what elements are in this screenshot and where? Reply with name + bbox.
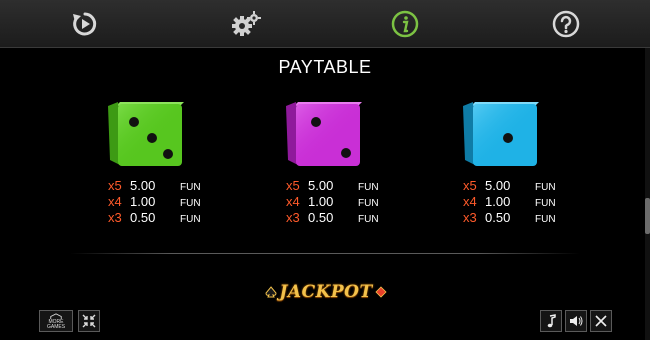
payout-row: x4 1.00 FUN	[286, 194, 406, 210]
payout-unit: FUN	[535, 214, 556, 225]
close-button[interactable]	[590, 310, 612, 332]
scrollbar-track[interactable]	[645, 48, 650, 340]
payout-unit: FUN	[180, 182, 201, 193]
payout-row: x4 1.00 FUN	[463, 194, 583, 210]
spade-icon	[265, 286, 277, 298]
payout-unit: FUN	[180, 214, 201, 225]
payout-multiplier: x4	[463, 194, 477, 209]
payout-value: 1.00	[485, 194, 511, 209]
payout-value: 1.00	[308, 194, 334, 209]
pip	[129, 117, 139, 127]
info-button[interactable]	[390, 9, 420, 39]
paytable-title: PAYTABLE	[278, 57, 372, 77]
payout-multiplier: x3	[286, 210, 300, 225]
music-icon	[547, 314, 556, 328]
payout-value: 5.00	[485, 178, 511, 193]
fullscreen-icon	[82, 314, 96, 328]
payout-multiplier: x5	[286, 178, 300, 193]
payout-multiplier: x3	[108, 210, 122, 225]
top-menu-bar	[0, 0, 650, 48]
gear-icon	[232, 11, 261, 36]
green-dice-icon	[108, 102, 184, 166]
info-icon	[391, 10, 419, 38]
replay-button[interactable]	[70, 9, 100, 39]
payout-value: 0.50	[485, 210, 511, 225]
payout-value: 0.50	[308, 210, 334, 225]
payout-value: 0.50	[130, 210, 156, 225]
payout-value: 1.00	[130, 194, 156, 209]
payout-row: x3 0.50 FUN	[108, 210, 228, 226]
close-icon	[595, 315, 607, 327]
pip	[163, 149, 173, 159]
payout-unit: FUN	[358, 182, 379, 193]
payout-table: x5 5.00 FUN x4 1.00 FUN x3 0.50 FUN	[463, 178, 583, 226]
pip	[341, 148, 351, 158]
diamond-icon	[375, 286, 387, 298]
jackpot-logo: JACKPOT	[256, 278, 396, 306]
payout-multiplier: x4	[286, 194, 300, 209]
payout-row: x5 5.00 FUN	[463, 178, 583, 194]
help-button[interactable]	[551, 9, 581, 39]
payout-multiplier: x5	[108, 178, 122, 193]
payout-table: x5 5.00 FUN x4 1.00 FUN x3 0.50 FUN	[108, 178, 228, 226]
payout-row: x4 1.00 FUN	[108, 194, 228, 210]
jackpot-label: JACKPOT	[279, 282, 373, 302]
payout-unit: FUN	[358, 198, 379, 209]
payout-unit: FUN	[535, 182, 556, 193]
pip	[147, 133, 157, 143]
scrollbar-thumb[interactable]	[645, 198, 650, 234]
more-games-button[interactable]: MORE GAMES	[39, 310, 73, 332]
sound-icon	[570, 316, 583, 326]
payout-row: x5 5.00 FUN	[286, 178, 406, 194]
payout-multiplier: x5	[463, 178, 477, 193]
sound-button[interactable]	[565, 310, 587, 332]
payout-unit: FUN	[535, 198, 556, 209]
payout-value: 5.00	[308, 178, 334, 193]
pip	[503, 133, 513, 143]
payout-multiplier: x3	[463, 210, 477, 225]
payout-row: x3 0.50 FUN	[463, 210, 583, 226]
payout-row: x5 5.00 FUN	[108, 178, 228, 194]
magenta-dice-icon	[286, 102, 362, 166]
settings-button[interactable]	[229, 9, 263, 39]
payout-unit: FUN	[180, 198, 201, 209]
payout-row: x3 0.50 FUN	[286, 210, 406, 226]
payout-table: x5 5.00 FUN x4 1.00 FUN x3 0.50 FUN	[286, 178, 406, 226]
section-divider	[70, 253, 580, 254]
fullscreen-button[interactable]	[78, 310, 100, 332]
payout-multiplier: x4	[108, 194, 122, 209]
music-button[interactable]	[540, 310, 562, 332]
pip	[311, 117, 321, 127]
more-games-label: MORE GAMES	[46, 318, 66, 330]
cyan-dice-icon	[463, 102, 539, 166]
payout-unit: FUN	[358, 214, 379, 225]
payout-value: 5.00	[130, 178, 156, 193]
replay-icon	[73, 12, 97, 36]
help-icon	[552, 10, 580, 38]
